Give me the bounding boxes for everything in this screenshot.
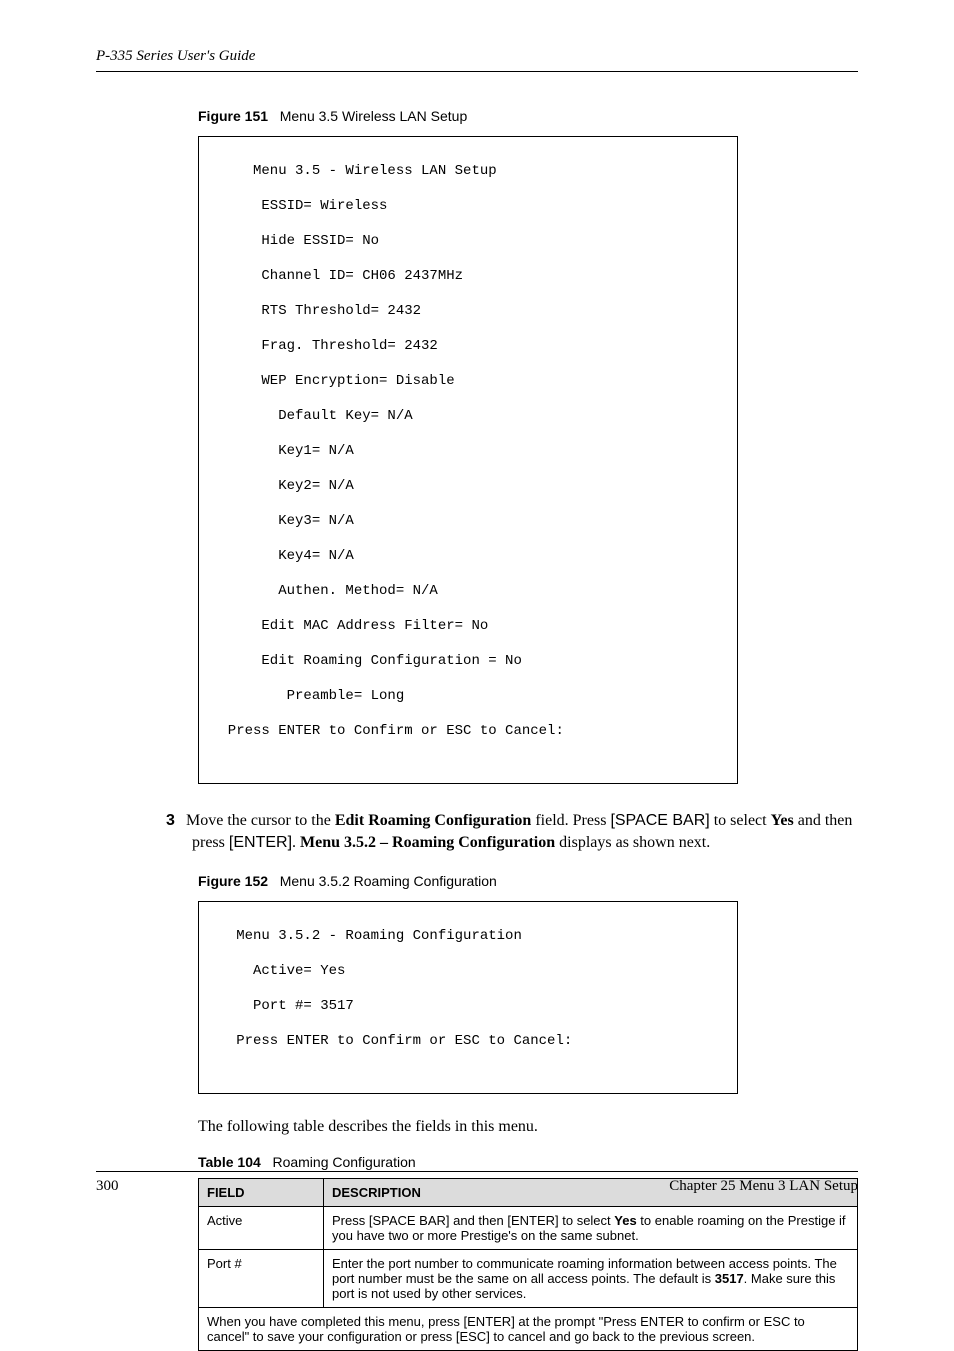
- term-line: Key1= N/A: [211, 443, 725, 461]
- term-line: Key3= N/A: [211, 513, 725, 531]
- term-line: Frag. Threshold= 2432: [211, 338, 725, 356]
- figure-151-terminal: Menu 3.5 - Wireless LAN Setup ESSID= Wir…: [198, 136, 738, 784]
- term-line: Menu 3.5 - Wireless LAN Setup: [211, 163, 725, 181]
- text: displays as shown next.: [555, 834, 710, 851]
- term-line: WEP Encryption= Disable: [211, 373, 725, 391]
- term-line: Press ENTER to Confirm or ESC to Cancel:: [211, 1033, 725, 1051]
- term-line: Edit MAC Address Filter= No: [211, 618, 725, 636]
- term-line: Menu 3.5.2 - Roaming Configuration: [211, 928, 725, 946]
- figure-151-caption: Figure 151 Menu 3.5 Wireless LAN Setup: [96, 108, 858, 124]
- term-line: Default Key= N/A: [211, 408, 725, 426]
- table-row: Port # Enter the port number to communic…: [199, 1250, 858, 1308]
- cell-description: Press [SPACE BAR] and then [ENTER] to se…: [324, 1207, 858, 1250]
- table-footer-note: When you have completed this menu, press…: [199, 1308, 858, 1351]
- table-intro-paragraph: The following table describes the fields…: [96, 1118, 858, 1136]
- table-104-caption: Table 104 Roaming Configuration: [96, 1154, 858, 1170]
- chapter-label: Chapter 25 Menu 3 LAN Setup: [669, 1178, 858, 1195]
- text: .: [292, 834, 300, 851]
- default-port: 3517: [715, 1271, 744, 1286]
- value-yes: Yes: [771, 812, 794, 829]
- figure-152-caption: Figure 152 Menu 3.5.2 Roaming Configurat…: [96, 873, 858, 889]
- term-line: Port #= 3517: [211, 998, 725, 1016]
- page-number: 300: [96, 1178, 119, 1195]
- figure-152-title: Menu 3.5.2 Roaming Configuration: [280, 873, 497, 889]
- text: Move the cursor to the: [186, 812, 335, 829]
- key-space-bar: [SPACE BAR]: [610, 812, 709, 829]
- term-line: Press ENTER to Confirm or ESC to Cancel:: [211, 723, 725, 741]
- text: field. Press: [531, 812, 610, 829]
- step-3-number: 3: [166, 810, 186, 832]
- value-yes: Yes: [614, 1213, 636, 1228]
- text: Press [SPACE BAR] and then [ENTER] to se…: [332, 1213, 614, 1228]
- term-line: Key4= N/A: [211, 548, 725, 566]
- term-line: Hide ESSID= No: [211, 233, 725, 251]
- term-line: Active= Yes: [211, 963, 725, 981]
- footer-rule: [96, 1171, 858, 1172]
- text: to select: [710, 812, 771, 829]
- step-3-body: Move the cursor to the Edit Roaming Conf…: [186, 812, 852, 851]
- table-104: FIELD DESCRIPTION Active Press [SPACE BA…: [198, 1178, 858, 1351]
- figure-152-terminal: Menu 3.5.2 - Roaming Configuration Activ…: [198, 901, 738, 1094]
- cell-field: Active: [199, 1207, 324, 1250]
- menu-name: Menu 3.5.2 – Roaming Configuration: [300, 834, 555, 851]
- page: P-335 Series User's Guide Figure 151 Men…: [0, 0, 954, 1235]
- field-name: Edit Roaming Configuration: [335, 812, 531, 829]
- cell-field: Port #: [199, 1250, 324, 1308]
- term-line: Channel ID= CH06 2437MHz: [211, 268, 725, 286]
- key-enter: [ENTER]: [229, 834, 292, 851]
- table-104-label: Table 104: [198, 1154, 261, 1170]
- header-rule: [96, 71, 858, 72]
- figure-152-label: Figure 152: [198, 873, 268, 889]
- page-footer: 300 Chapter 25 Menu 3 LAN Setup: [96, 1171, 858, 1195]
- term-line: Key2= N/A: [211, 478, 725, 496]
- table-104-title: Roaming Configuration: [272, 1154, 415, 1170]
- term-line: Edit Roaming Configuration = No: [211, 653, 725, 671]
- figure-151-title: Menu 3.5 Wireless LAN Setup: [280, 108, 468, 124]
- term-line: Preamble= Long: [211, 688, 725, 706]
- table-footer-row: When you have completed this menu, press…: [199, 1308, 858, 1351]
- table-row: Active Press [SPACE BAR] and then [ENTER…: [199, 1207, 858, 1250]
- step-3: 3Move the cursor to the Edit Roaming Con…: [192, 810, 858, 853]
- figure-151-label: Figure 151: [198, 108, 268, 124]
- cell-description: Enter the port number to communicate roa…: [324, 1250, 858, 1308]
- term-line: RTS Threshold= 2432: [211, 303, 725, 321]
- term-line: Authen. Method= N/A: [211, 583, 725, 601]
- running-head: P-335 Series User's Guide: [96, 48, 858, 65]
- term-line: ESSID= Wireless: [211, 198, 725, 216]
